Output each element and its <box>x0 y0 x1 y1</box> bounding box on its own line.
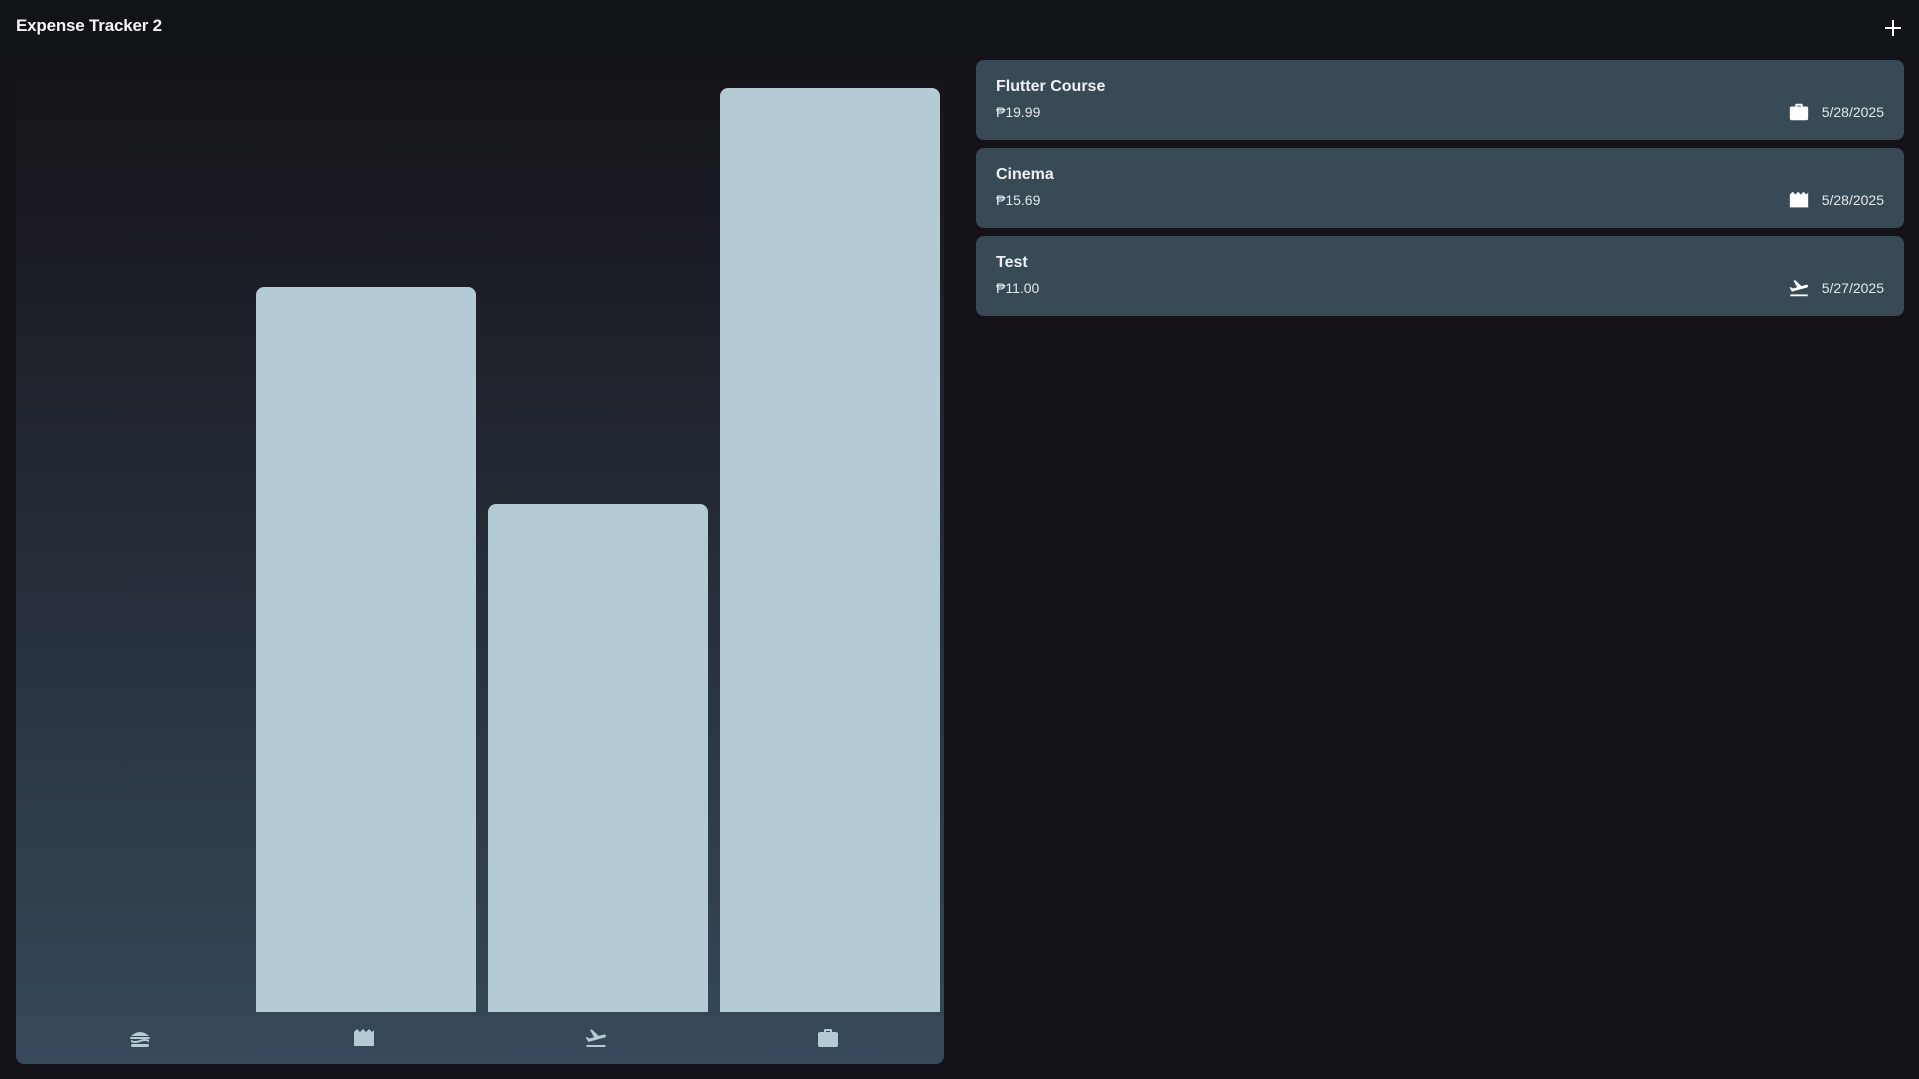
expense-card[interactable]: Test ₱11.00 5/27/2025 <box>976 236 1904 316</box>
plus-icon <box>1885 20 1901 36</box>
movie-icon <box>1789 191 1808 208</box>
expense-title: Cinema <box>996 166 1054 183</box>
expense-card[interactable]: Cinema ₱15.69 5/28/2025 <box>976 148 1904 228</box>
chart-category-icons <box>16 1012 944 1064</box>
app-bar: Expense Tracker 2 <box>0 0 1919 56</box>
briefcase-icon <box>1789 103 1808 121</box>
chart-category-food <box>128 1026 152 1050</box>
expense-amount: ₱15.69 <box>996 192 1041 208</box>
briefcase-icon <box>818 1029 838 1047</box>
movie-icon <box>354 1029 374 1046</box>
chart-bar-travel <box>488 503 708 1012</box>
expense-amount: ₱19.99 <box>996 104 1041 120</box>
chart-bars-area <box>16 88 944 1012</box>
expense-list: Flutter Course ₱19.99 5/28/2025 Cinema ₱15.6… <box>976 60 1904 324</box>
app-title: Expense Tracker 2 <box>16 16 162 35</box>
lunch-icon <box>130 1032 150 1047</box>
expense-meta: 5/28/2025 <box>1788 189 1884 211</box>
expense-card[interactable]: Flutter Course ₱19.99 5/28/2025 <box>976 60 1904 140</box>
flight-takeoff-icon <box>1789 280 1808 297</box>
expense-meta: 5/28/2025 <box>1788 101 1884 123</box>
chart-bar-work <box>720 88 940 1012</box>
expense-title: Test <box>996 254 1028 271</box>
expense-date: 5/28/2025 <box>1821 192 1884 208</box>
chart-category-leisure <box>352 1026 376 1050</box>
expense-meta: 5/27/2025 <box>1788 277 1884 299</box>
expense-chart <box>16 56 944 1064</box>
expense-date: 5/27/2025 <box>1821 280 1884 296</box>
flight-takeoff-icon <box>585 1029 606 1047</box>
add-expense-button[interactable] <box>1875 10 1911 46</box>
chart-bar-leisure <box>256 286 476 1012</box>
chart-category-travel <box>584 1026 608 1050</box>
chart-category-work <box>816 1026 840 1050</box>
expense-title: Flutter Course <box>996 78 1106 95</box>
expense-amount: ₱11.00 <box>996 280 1040 296</box>
expense-date: 5/28/2025 <box>1821 104 1884 120</box>
